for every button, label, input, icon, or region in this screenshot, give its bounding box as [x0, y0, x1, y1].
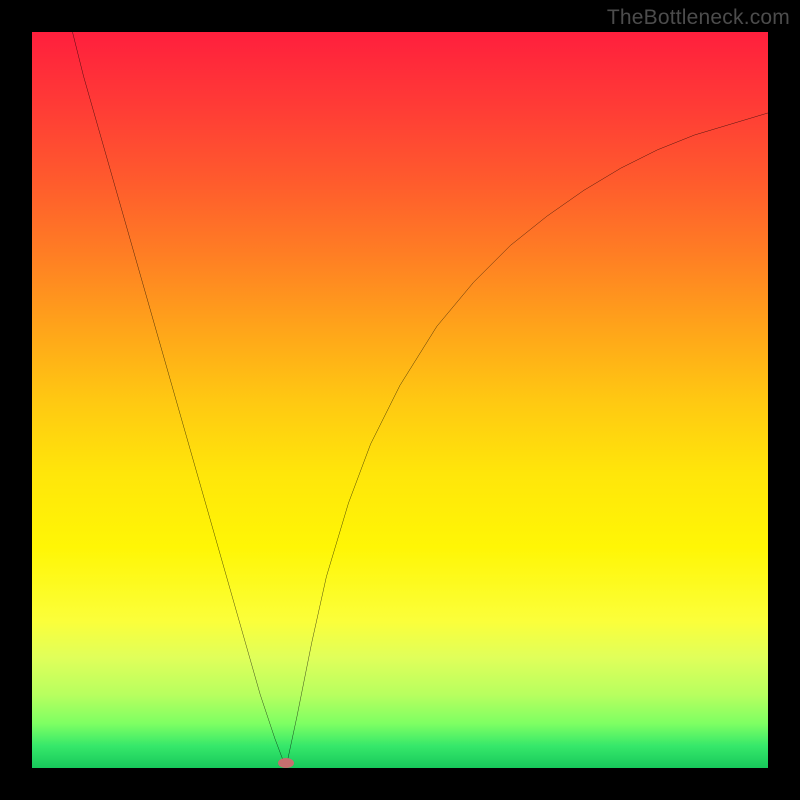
- plot-area: [32, 32, 768, 768]
- bottleneck-curve: [32, 32, 768, 768]
- minimum-point-marker: [278, 758, 294, 768]
- curve-right-branch: [286, 113, 768, 768]
- chart-frame: TheBottleneck.com: [0, 0, 800, 800]
- curve-left-branch: [72, 32, 285, 768]
- watermark-text: TheBottleneck.com: [607, 6, 790, 30]
